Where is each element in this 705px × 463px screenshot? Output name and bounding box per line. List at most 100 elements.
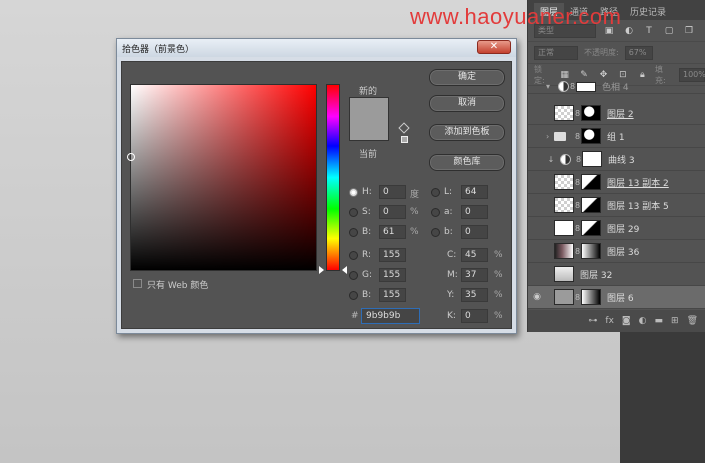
gamut-warning-icon[interactable] [398,122,410,134]
chevron-down-icon[interactable]: ▾ [546,82,554,91]
layer-mask-thumb[interactable] [582,151,602,167]
lab-b-radio[interactable] [431,228,440,237]
color-libraries-button[interactable]: 颜色库 [429,154,505,171]
opacity-input[interactable]: 67% [624,45,653,60]
layer-thumbnail[interactable] [554,174,574,190]
layer-name[interactable]: 图层 32 [580,268,612,281]
folder-icon[interactable]: ▬ [655,316,664,326]
adjustment-icon[interactable]: ◐ [639,316,647,326]
layer-name[interactable]: 色相 4 [602,80,629,93]
k-input[interactable]: 0 [461,309,488,323]
g-input[interactable]: 155 [379,268,406,282]
g-radio[interactable] [349,271,358,280]
layer-name[interactable]: 图层 2 [607,107,634,120]
shape-filter-icon[interactable]: ▢ [662,26,676,36]
s-input[interactable]: 0 [379,205,406,219]
layer-name[interactable]: 图层 13 副本 2 [607,176,669,189]
s-radio[interactable] [349,208,358,217]
cancel-button[interactable]: 取消 [429,95,505,112]
mask-icon[interactable]: ◙ [622,316,631,326]
tab-history[interactable]: 历史记录 [624,3,672,20]
layer-mask-thumb[interactable] [576,81,596,92]
chevron-right-icon[interactable]: › [546,132,554,141]
blue-radio[interactable] [349,291,358,300]
layer-row[interactable]: 8 图层 13 副本 5 [528,194,705,217]
web-colors-checkbox[interactable] [133,279,142,288]
l-input[interactable]: 64 [461,185,488,199]
close-button[interactable]: ✕ [477,40,511,54]
smart-filter-icon[interactable]: ❐ [682,26,696,36]
blend-mode-select[interactable]: 正常 [534,45,578,60]
b-radio[interactable] [349,228,358,237]
layer-mask-thumb[interactable] [581,289,601,305]
eye-icon[interactable]: ◉ [528,292,546,302]
hue-slider[interactable] [326,84,340,271]
ok-button[interactable]: 确定 [429,69,505,86]
color-field[interactable] [127,84,317,271]
hex-input[interactable]: 9b9b9b [361,308,420,324]
link-icon[interactable]: 8 [569,82,576,91]
layer-mask-thumb[interactable] [581,243,601,259]
layer-row[interactable]: 8 图层 2 [528,102,705,125]
layer-row[interactable]: ↓ 8 曲线 3 [528,148,705,171]
layer-row[interactable]: 8 图层 13 副本 2 [528,171,705,194]
link-icon[interactable]: 8 [574,293,581,302]
layer-row[interactable]: 8 图层 29 [528,217,705,240]
link-icon[interactable]: 8 [574,224,581,233]
adjustment-filter-icon[interactable]: ◐ [622,26,636,36]
r-radio[interactable] [349,251,358,260]
m-input[interactable]: 37 [461,268,488,282]
link-icon[interactable]: ⊶ [588,316,597,326]
websafe-icon[interactable] [401,136,408,143]
r-input[interactable]: 155 [379,248,406,262]
lab-b-input[interactable]: 0 [461,225,488,239]
link-icon[interactable]: 8 [574,109,581,118]
layer-group-row[interactable]: › 8 组 1 [528,125,705,148]
layer-mask-thumb[interactable] [581,197,601,213]
layer-thumbnail[interactable] [554,266,574,282]
lock-artboard-icon[interactable]: ⊡ [616,70,629,80]
l-radio[interactable] [431,188,440,197]
lock-move-icon[interactable]: ✥ [597,70,610,80]
layer-thumbnail[interactable] [554,220,574,236]
new-layer-icon[interactable]: ⊞ [671,316,679,326]
layer-row-selected[interactable]: ◉ 8 图层 6 [528,286,705,309]
layer-mask-thumb[interactable] [581,128,601,144]
link-icon[interactable]: 8 [574,247,581,256]
layer-mask-thumb[interactable] [581,220,601,236]
layer-name[interactable]: 图层 6 [607,291,634,304]
layer-row-partial[interactable]: ▾ 8 色相 4 [528,80,705,94]
layer-name[interactable]: 图层 29 [607,222,639,235]
y-input[interactable]: 35 [461,288,488,302]
dialog-titlebar[interactable]: 拾色器（前景色） ✕ [117,39,516,57]
layer-mask-thumb[interactable] [581,174,601,190]
layer-thumbnail[interactable] [554,243,574,259]
layer-name[interactable]: 曲线 3 [608,153,635,166]
color-field-cursor[interactable] [127,153,135,161]
layer-name[interactable]: 图层 13 副本 5 [607,199,669,212]
link-icon[interactable]: 8 [574,132,581,141]
add-to-swatches-button[interactable]: 添加到色板 [429,124,505,141]
layer-thumbnail[interactable] [554,289,574,305]
layer-row[interactable]: 图层 32 [528,263,705,286]
lock-all-icon[interactable]: 🔒︎ [636,70,649,80]
h-radio[interactable] [349,188,358,197]
link-icon[interactable]: 8 [574,178,581,187]
b-input[interactable]: 61 [379,225,406,239]
fx-icon[interactable]: fx [605,316,614,326]
text-filter-icon[interactable]: T [642,26,656,36]
layer-thumbnail[interactable] [554,197,574,213]
link-icon[interactable]: 8 [574,201,581,210]
hue-slider-handle-right[interactable] [342,266,347,274]
current-color-swatch[interactable] [350,119,388,140]
blue-input[interactable]: 155 [379,288,406,302]
hue-slider-handle-left[interactable] [319,266,324,274]
a-input[interactable]: 0 [461,205,488,219]
lock-brush-icon[interactable]: ✎ [577,70,590,80]
c-input[interactable]: 45 [461,248,488,262]
link-icon[interactable]: 8 [575,155,582,164]
layer-thumbnail[interactable] [554,105,574,121]
layer-mask-thumb[interactable] [581,105,601,121]
layer-name[interactable]: 图层 36 [607,245,639,258]
a-radio[interactable] [431,208,440,217]
